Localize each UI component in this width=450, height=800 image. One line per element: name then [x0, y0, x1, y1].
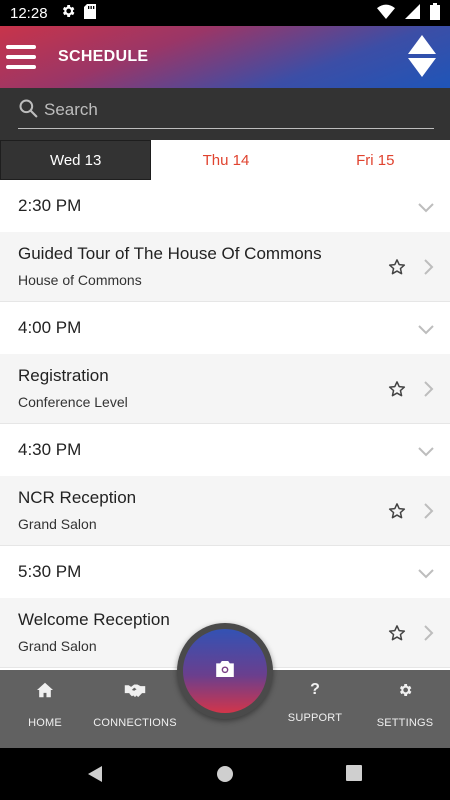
- recents-icon[interactable]: [346, 765, 362, 786]
- chevron-right-icon[interactable]: [424, 625, 434, 646]
- status-time: 12:28: [10, 4, 48, 22]
- event-row[interactable]: NCR Reception Grand Salon: [0, 476, 450, 546]
- system-nav-bar: [0, 748, 450, 800]
- star-icon[interactable]: [388, 258, 406, 281]
- wifi-icon: [377, 4, 395, 23]
- gear-icon: [60, 3, 76, 23]
- nav-support[interactable]: ? SUPPORT: [270, 670, 360, 748]
- search-placeholder: Search: [44, 100, 98, 119]
- search-bar: Search: [0, 88, 450, 140]
- back-icon[interactable]: [86, 765, 104, 788]
- star-icon[interactable]: [388, 380, 406, 403]
- app-bar: SCHEDULE: [0, 26, 450, 88]
- event-title: Guided Tour of The House Of Commons: [18, 244, 322, 263]
- time-header[interactable]: 5:30 PM: [0, 546, 450, 598]
- chevron-right-icon[interactable]: [424, 259, 434, 280]
- event-row[interactable]: Registration Conference Level: [0, 354, 450, 424]
- camera-icon: [215, 660, 235, 682]
- handshake-icon: [124, 682, 146, 703]
- time-header[interactable]: 2:30 PM: [0, 180, 450, 232]
- home-icon: [36, 682, 54, 703]
- event-title: Registration: [18, 366, 109, 385]
- search-underline: [18, 128, 434, 129]
- chevron-down-icon[interactable]: [418, 198, 434, 218]
- chevron-right-icon[interactable]: [424, 381, 434, 402]
- status-bar: 12:28: [0, 0, 450, 26]
- nav-home[interactable]: HOME: [0, 670, 90, 748]
- time-label: 4:00 PM: [18, 318, 82, 337]
- battery-icon: [430, 2, 440, 24]
- tab-wed-13[interactable]: Wed 13: [0, 140, 152, 180]
- nav-connections[interactable]: CONNECTIONS: [90, 670, 180, 748]
- star-icon[interactable]: [388, 624, 406, 647]
- signal-icon: [405, 3, 420, 23]
- sort-icon[interactable]: [408, 35, 436, 77]
- event-location: House of Commons: [18, 272, 142, 288]
- star-icon[interactable]: [388, 502, 406, 525]
- schedule-list: 2:30 PM Guided Tour of The House Of Comm…: [0, 180, 450, 668]
- gear-icon: [397, 682, 413, 703]
- page-title: SCHEDULE: [58, 48, 149, 65]
- time-label: 4:30 PM: [18, 440, 82, 459]
- event-title: Welcome Reception: [18, 610, 170, 629]
- question-icon: ?: [310, 681, 320, 698]
- camera-fab-ring: [177, 623, 273, 719]
- chevron-down-icon[interactable]: [418, 442, 434, 462]
- chevron-down-icon[interactable]: [418, 564, 434, 584]
- day-tabs: Wed 13 Thu 14 Fri 15: [0, 140, 450, 180]
- chevron-right-icon[interactable]: [424, 503, 434, 524]
- home-circle-icon[interactable]: [216, 765, 234, 788]
- event-title: NCR Reception: [18, 488, 137, 507]
- nav-home-label: HOME: [28, 717, 62, 729]
- nav-settings[interactable]: SETTINGS: [360, 670, 450, 748]
- tab-fri-15[interactable]: Fri 15: [301, 140, 450, 180]
- search-icon: [18, 98, 38, 123]
- time-header[interactable]: 4:00 PM: [0, 302, 450, 354]
- event-location: Conference Level: [18, 394, 128, 410]
- time-label: 2:30 PM: [18, 196, 82, 215]
- time-label: 5:30 PM: [18, 562, 82, 581]
- nav-connections-label: CONNECTIONS: [93, 717, 177, 729]
- sd-card-icon: [83, 3, 96, 23]
- tab-thu-14[interactable]: Thu 14: [151, 140, 300, 180]
- event-row[interactable]: Guided Tour of The House Of Commons Hous…: [0, 232, 450, 302]
- event-location: Grand Salon: [18, 638, 97, 654]
- search-input[interactable]: Search: [18, 98, 434, 123]
- chevron-down-icon[interactable]: [418, 320, 434, 340]
- camera-button[interactable]: [183, 629, 267, 713]
- nav-settings-label: SETTINGS: [376, 717, 434, 729]
- nav-support-label: SUPPORT: [287, 712, 343, 724]
- time-header[interactable]: 4:30 PM: [0, 424, 450, 476]
- menu-icon[interactable]: [6, 45, 36, 69]
- event-location: Grand Salon: [18, 516, 97, 532]
